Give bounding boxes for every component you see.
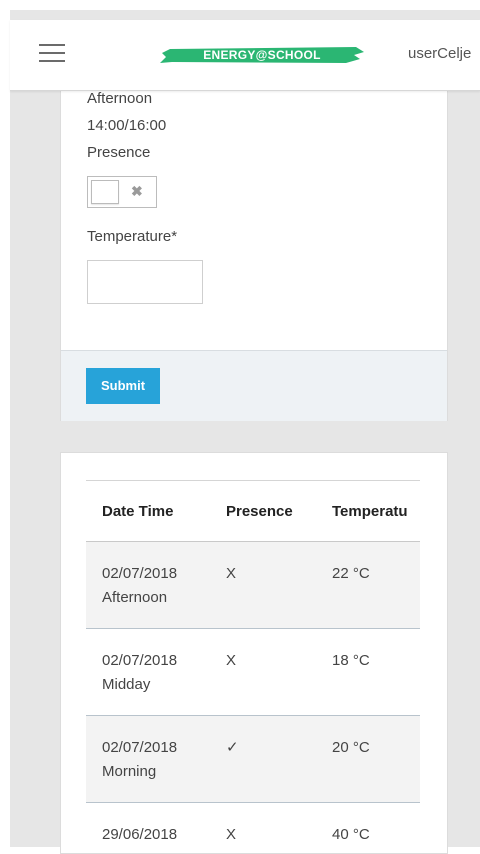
column-header-presence[interactable]: Presence (226, 503, 293, 520)
presence-label: Presence (87, 144, 151, 161)
time-range-label: 14:00/16:00 (87, 117, 167, 134)
cell-date-time: 02/07/2018 Afternoon (102, 562, 212, 610)
brand-name: ENERGY@SCHOOL (203, 48, 321, 62)
history-table-card: Date Time Presence Temperatu 02/07/2018 … (60, 452, 448, 854)
table-row: 29/06/2018 X 40 °C (86, 803, 420, 853)
brand-logo[interactable]: ENERGY@SCHOOL (160, 46, 364, 64)
cell-temperature: 22 °C (332, 565, 370, 582)
cell-presence: X (226, 652, 237, 669)
cell-date-time: 02/07/2018 Midday (102, 649, 212, 697)
cell-presence: ✓ (226, 739, 239, 756)
table-row: 02/07/2018 Morning ✓ 20 °C (86, 716, 420, 803)
cell-date: 02/07/2018 (102, 565, 178, 582)
cell-period: Afternoon (102, 589, 168, 606)
presence-form-card: Afternoon 14:00/16:00 Presence ✖ Tempera… (60, 90, 448, 421)
column-header-temperature[interactable]: Temperatu (332, 503, 408, 520)
cell-date-time: 02/07/2018 Morning (102, 736, 212, 784)
temperature-input[interactable] (87, 260, 203, 304)
presence-toggle[interactable]: ✖ (87, 176, 157, 208)
user-name[interactable]: userCelje (408, 45, 471, 62)
history-table: Date Time Presence Temperatu 02/07/2018 … (86, 480, 420, 853)
hamburger-menu-icon[interactable] (39, 43, 65, 63)
cell-date: 29/06/2018 (102, 826, 178, 843)
table-header: Date Time Presence Temperatu (86, 481, 420, 543)
table-row: 02/07/2018 Afternoon X 22 °C (86, 542, 420, 629)
cell-presence: X (226, 826, 237, 843)
column-header-date-time[interactable]: Date Time (102, 503, 173, 520)
cell-date-time: 29/06/2018 (102, 823, 212, 847)
submit-button[interactable]: Submit (86, 368, 160, 404)
cell-period: Morning (102, 763, 157, 780)
cell-period: Midday (102, 676, 151, 693)
cell-presence: X (226, 565, 237, 582)
cell-temperature: 40 °C (332, 826, 370, 843)
top-navbar: ENERGY@SCHOOL userCelje (10, 20, 480, 91)
form-footer: Submit (61, 350, 447, 421)
close-icon: ✖ (131, 183, 143, 199)
period-label: Afternoon (87, 90, 153, 107)
cell-date: 02/07/2018 (102, 739, 178, 756)
table-row: 02/07/2018 Midday X 18 °C (86, 629, 420, 716)
cell-temperature: 20 °C (332, 739, 370, 756)
temperature-label: Temperature* (87, 228, 178, 245)
toggle-knob (91, 180, 119, 204)
cell-date: 02/07/2018 (102, 652, 178, 669)
cell-temperature: 18 °C (332, 652, 370, 669)
